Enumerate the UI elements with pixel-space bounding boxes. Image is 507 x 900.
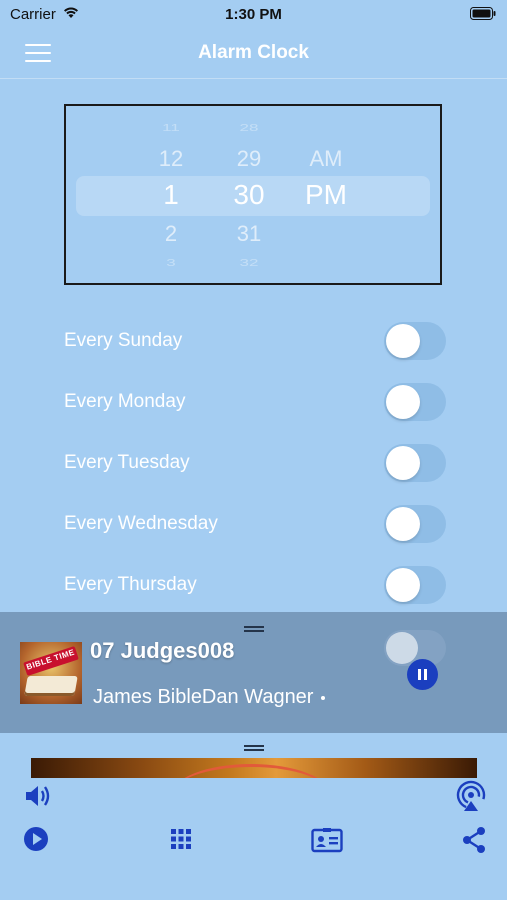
grid-icon[interactable]: [170, 828, 192, 850]
album-art: BIBLE TIME: [20, 642, 82, 704]
picker-value: 29: [236, 146, 262, 171]
picker-value: 11: [162, 122, 180, 134]
cover-image: [31, 758, 477, 778]
day-label: Every Wednesday: [64, 513, 218, 534]
hour-wheel[interactable]: 11 12 1 2 3: [136, 106, 206, 283]
play-icon[interactable]: [23, 826, 49, 852]
picker-value: 3: [166, 257, 176, 269]
thursday-toggle[interactable]: [384, 566, 446, 604]
day-row-tuesday: Every Tuesday: [0, 440, 507, 490]
separator-dot: [321, 695, 326, 700]
drag-handle-icon[interactable]: [244, 626, 264, 632]
sunday-toggle[interactable]: [384, 322, 446, 360]
mini-player[interactable]: BIBLE TIME 07 Judges008 James BibleDan W…: [0, 612, 507, 733]
selected-ampm: PM: [305, 179, 347, 210]
track-title: 07 Judges008: [90, 638, 235, 663]
day-label: Every Tuesday: [64, 452, 190, 473]
day-row-monday: Every Monday: [0, 379, 507, 429]
day-row-wednesday: Every Wednesday: [0, 501, 507, 551]
airplay-icon[interactable]: [454, 780, 488, 814]
day-label: Every Monday: [64, 391, 186, 412]
selected-minute: 30: [233, 179, 265, 210]
day-label: Every Thursday: [64, 574, 197, 595]
day-row-thursday: Every Thursday: [0, 562, 507, 612]
track-artist-name: James BibleDan Wagner: [93, 686, 314, 708]
track-artist: James BibleDan Wagner: [93, 686, 326, 709]
minute-wheel[interactable]: 28 29 30 31 32: [214, 106, 284, 283]
album-art-text: BIBLE TIME: [25, 647, 76, 672]
monday-toggle[interactable]: [384, 383, 446, 421]
picker-value: 12: [158, 146, 184, 171]
time-picker[interactable]: 11 12 1 2 3 28 29 30 31 32 AM PM: [64, 104, 442, 285]
nav-bar: Alarm Clock: [0, 30, 507, 79]
picker-value: 32: [239, 257, 259, 269]
wednesday-toggle[interactable]: [384, 505, 446, 543]
picker-value: 31: [236, 221, 262, 246]
page-title: Alarm Clock: [198, 42, 309, 63]
volume-icon[interactable]: [23, 782, 53, 810]
contact-card-icon[interactable]: [311, 827, 343, 853]
ampm-wheel[interactable]: AM PM: [291, 106, 361, 283]
picker-value: AM: [309, 146, 343, 171]
selected-hour: 1: [163, 179, 179, 210]
day-label: Every Sunday: [64, 330, 183, 351]
picker-value: 28: [239, 122, 259, 134]
picker-value: 2: [164, 221, 178, 246]
drag-handle-icon[interactable]: [244, 745, 264, 751]
day-row-sunday: Every Sunday: [0, 318, 507, 368]
bottom-panel: [0, 733, 507, 900]
share-icon[interactable]: [461, 826, 487, 854]
status-time: 1:30 PM: [225, 6, 282, 23]
battery-icon: [470, 7, 496, 20]
pause-button[interactable]: [407, 659, 438, 690]
status-bar: Carrier 1:30 PM: [0, 0, 507, 30]
tuesday-toggle[interactable]: [384, 444, 446, 482]
